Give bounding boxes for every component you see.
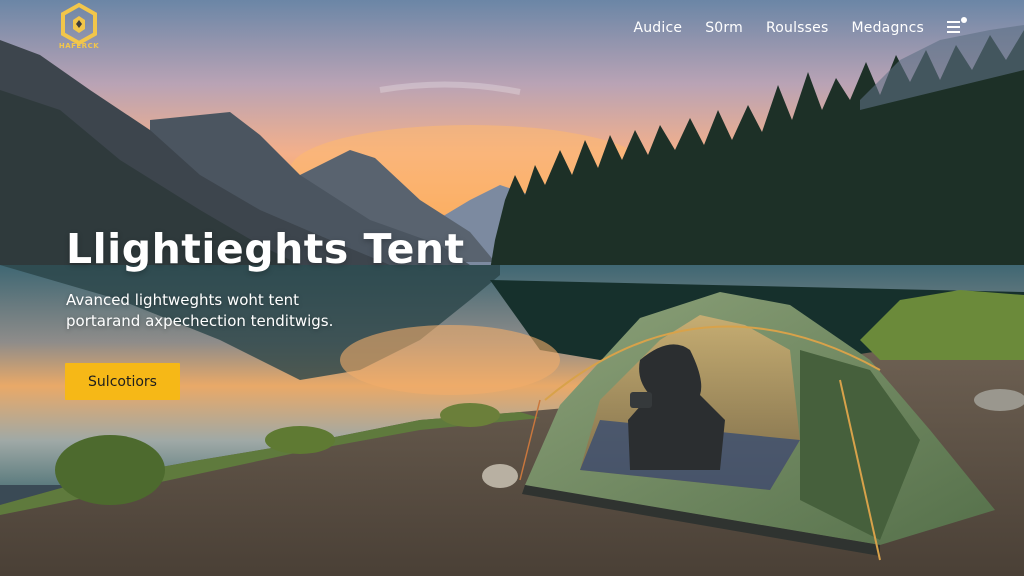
nav-link-roulsses[interactable]: Roulsses [766, 20, 829, 36]
hero-subtitle-line-2: portarand axpechection tenditwigs. [66, 312, 334, 330]
cta-button[interactable]: Sulcotiors [65, 363, 180, 400]
nav-link-audice[interactable]: Audice [633, 20, 682, 36]
hero-title: Llightieghts Tent [66, 225, 465, 273]
hero-background-image [0, 0, 1024, 576]
nav-link-medagncs[interactable]: Medagncs [851, 20, 924, 36]
hero-subtitle-line-1: Avanced lightweghts woht tent [66, 291, 300, 309]
menu-button[interactable] [946, 16, 968, 36]
nav-link-s0rm[interactable]: S0rm [705, 20, 743, 36]
hero-subtitle: Avanced lightweghts woht tent portarand … [66, 290, 386, 332]
hamburger-icon [947, 17, 967, 33]
brand-logo-text: HAFERCK [58, 42, 100, 50]
